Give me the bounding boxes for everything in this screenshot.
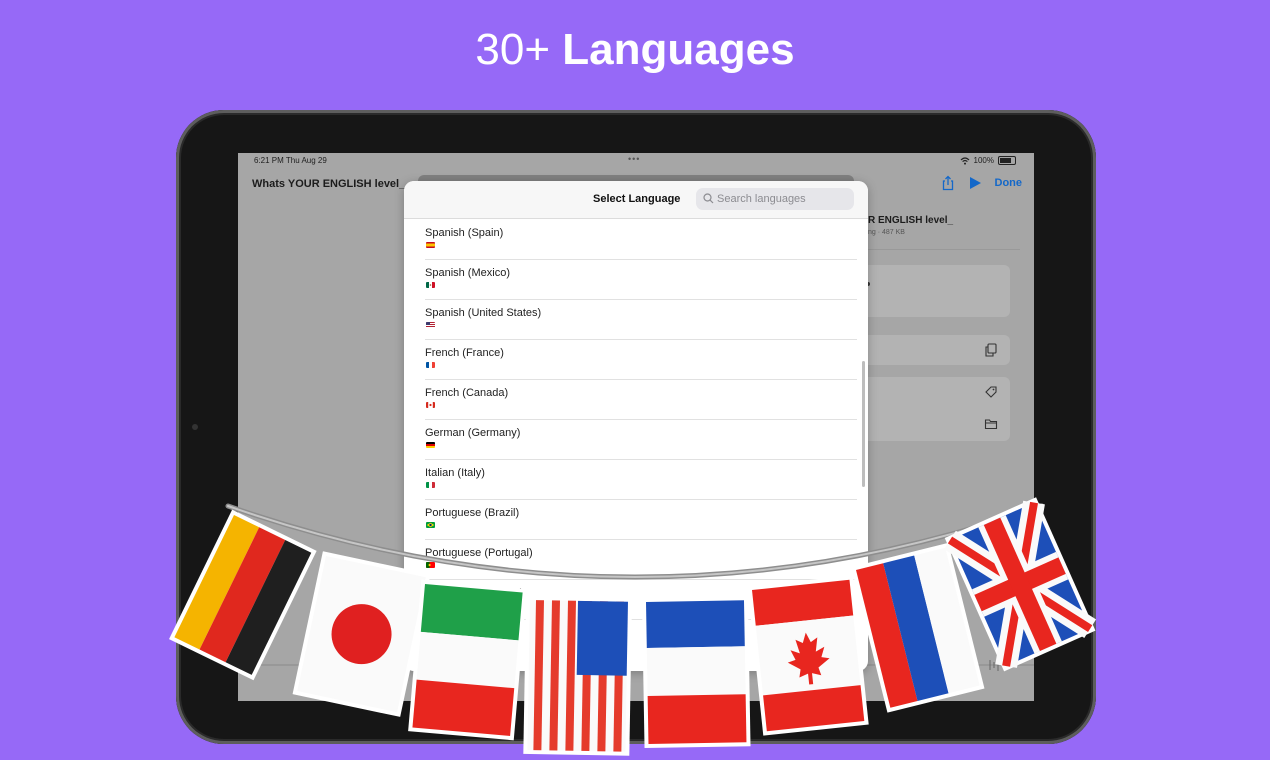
usa-flag-icon — [426, 322, 435, 328]
list-item[interactable]: French (Canada) — [425, 379, 857, 420]
spain-flag-icon — [426, 242, 435, 248]
file-name: R ENGLISH level_ — [868, 215, 954, 226]
language-name: Spanish (United States) — [425, 307, 542, 319]
status-right: 100% — [960, 156, 1016, 165]
portugal-flag-icon — [426, 562, 435, 568]
divider — [868, 249, 1020, 250]
language-name: French (France) — [425, 347, 504, 359]
language-name: Spanish (Spain) — [425, 227, 504, 239]
language-name: Portuguese (Portugal) — [425, 547, 533, 559]
status-time: 6:21 PM Thu Aug 29 — [254, 156, 327, 165]
language-name: Portuguese (Brazil) — [425, 507, 520, 519]
wifi-icon — [960, 156, 969, 165]
search-field[interactable] — [696, 188, 854, 210]
document-title: Whats YOUR ENGLISH level_ — [252, 178, 406, 190]
mexico-flag-icon — [426, 282, 435, 288]
language-name: German (Germany) — [425, 427, 521, 439]
multitask-dots[interactable]: ••• — [628, 154, 640, 164]
list-item[interactable]: Spanish (Spain) — [425, 219, 857, 260]
nav-actions: Done — [940, 175, 1023, 191]
share-icon[interactable] — [940, 175, 956, 191]
language-name: Italian (Italy) — [425, 467, 485, 479]
brazil-flag-icon — [426, 522, 435, 528]
france-flag-icon — [426, 362, 435, 368]
headline-word: Languages — [562, 25, 795, 74]
search-input[interactable] — [717, 188, 849, 210]
list-item[interactable]: Dutch (Netherlands) — [425, 579, 857, 620]
file-info-panel: R ENGLISH level_ ng · 487 KB — [860, 201, 1030, 701]
battery-percent: 100% — [973, 156, 994, 165]
done-button[interactable]: Done — [995, 177, 1023, 189]
select-language-sheet: Select Language Spanish (Spain) Spanish … — [404, 181, 868, 671]
camera-dot — [192, 424, 198, 430]
italy-flag-icon — [426, 482, 435, 488]
canada-flag-icon — [426, 402, 435, 408]
file-meta: ng · 487 KB — [868, 229, 905, 236]
language-list[interactable]: Spanish (Spain) Spanish (Mexico) Spanish… — [404, 219, 868, 671]
copy-icon[interactable] — [984, 343, 998, 357]
list-item[interactable]: French (France) — [425, 339, 857, 380]
sheet-header: Select Language — [404, 181, 868, 219]
list-item[interactable]: Spanish (United States) — [425, 299, 857, 340]
germany-flag-icon — [426, 442, 435, 448]
headline-count: 30+ — [475, 25, 551, 74]
language-name: French (Canada) — [425, 387, 509, 399]
audio-control-card[interactable] — [860, 265, 1010, 317]
status-bar: 6:21 PM Thu Aug 29 ••• 100% — [238, 153, 1034, 169]
list-scrollbar[interactable] — [862, 361, 865, 487]
list-item[interactable]: Italian (Italy) — [425, 459, 857, 500]
language-name: Spanish (Mexico) — [425, 267, 510, 279]
list-item[interactable]: German (Germany) — [425, 419, 857, 460]
netherlands-flag-icon — [426, 602, 435, 608]
battery-icon — [998, 156, 1016, 165]
headline: 30+ Languages — [0, 26, 1270, 74]
tags-folder-card — [860, 377, 1010, 441]
search-icon — [703, 193, 714, 204]
copy-row[interactable] — [860, 335, 1010, 365]
folder-icon[interactable] — [984, 417, 998, 431]
list-item[interactable]: Portuguese (Portugal) — [425, 539, 857, 580]
list-item[interactable]: Portuguese (Brazil) — [425, 499, 857, 540]
play-icon[interactable] — [969, 177, 981, 189]
sheet-title: Select Language — [593, 193, 681, 205]
tag-icon[interactable] — [984, 385, 998, 399]
list-item[interactable]: Spanish (Mexico) — [425, 259, 857, 300]
language-name: Dutch (Netherlands) — [425, 587, 524, 599]
